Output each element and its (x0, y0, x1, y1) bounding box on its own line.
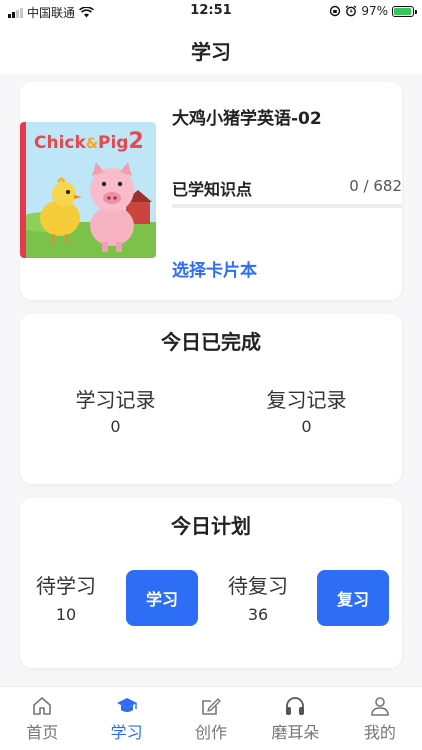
study-button[interactable]: 学习 (126, 570, 198, 626)
battery-percent: 97% (361, 4, 388, 18)
review-record-label: 复习记录 (266, 388, 347, 412)
tab-study-label: 学习 (110, 723, 143, 742)
today-completed-card: 今日已完成 学习记录 0 复习记录 0 (20, 314, 402, 484)
book-info: 大鸡小猪学英语-02 已学知识点 0 / 682 选择卡片本 (172, 82, 402, 300)
tab-bar: 首页 学习 创作 磨耳朵 我的 (0, 686, 422, 750)
to-study-stat: 待学习 10 (30, 570, 102, 624)
study-record-label: 学习记录 (75, 388, 156, 412)
to-study-label: 待学习 (36, 574, 96, 598)
page-title: 学习 (191, 40, 231, 64)
book-card[interactable]: Chick&Pig2 大鸡小猪学英语-02 已学知识点 0 / 682 选择卡片… (20, 82, 402, 300)
learning-progress-bar (172, 204, 402, 208)
page-header: 学习 (0, 24, 422, 74)
battery-icon (392, 5, 417, 17)
study-record-value: 0 (110, 417, 121, 436)
review-record-value: 0 (301, 417, 312, 436)
cover-illustration: Chick&Pig2 (26, 122, 156, 258)
to-review-label: 待复习 (228, 574, 288, 598)
book-title: 大鸡小猪学英语-02 (172, 109, 322, 129)
tab-create[interactable]: 创作 (169, 687, 253, 750)
today-plan-title: 今日计划 (171, 514, 251, 538)
today-completed-title: 今日已完成 (161, 330, 261, 354)
tab-create-label: 创作 (195, 723, 228, 742)
review-record-stat[interactable]: 复习记录 0 (211, 384, 402, 436)
learned-points-label: 已学知识点 (172, 180, 253, 199)
home-icon (33, 697, 52, 715)
today-plan-card: 今日计划 待学习 10 学习 待复习 36 复习 (20, 498, 402, 668)
rotation-lock-icon (330, 5, 341, 17)
tab-mine[interactable]: 我的 (338, 687, 422, 750)
alarm-icon (345, 5, 357, 17)
status-right: 97% (329, 4, 417, 18)
study-record-stat[interactable]: 学习记录 0 (20, 384, 211, 436)
tab-mine-label: 我的 (363, 723, 396, 742)
edit-icon (202, 698, 221, 715)
tab-home[interactable]: 首页 (0, 687, 84, 750)
review-button[interactable]: 复习 (317, 570, 389, 626)
to-review-value: 36 (247, 605, 269, 624)
tab-home-label: 首页 (26, 723, 59, 742)
learned-points-count: 0 / 682 (349, 177, 402, 195)
to-study-value: 10 (55, 605, 77, 624)
book-cover-image[interactable]: Chick&Pig2 (20, 122, 156, 258)
graduation-cap-icon (116, 698, 137, 712)
tab-listening-label: 磨耳朵 (271, 723, 320, 742)
to-review-stat: 待复习 36 (222, 570, 294, 624)
tab-listening[interactable]: 磨耳朵 (253, 687, 337, 750)
user-icon (371, 697, 389, 716)
tab-study[interactable]: 学习 (84, 687, 168, 750)
choose-card-deck-link[interactable]: 选择卡片本 (172, 256, 257, 281)
status-bar: 中国联通 12:51 97% (0, 0, 422, 24)
headphones-icon (286, 697, 305, 715)
